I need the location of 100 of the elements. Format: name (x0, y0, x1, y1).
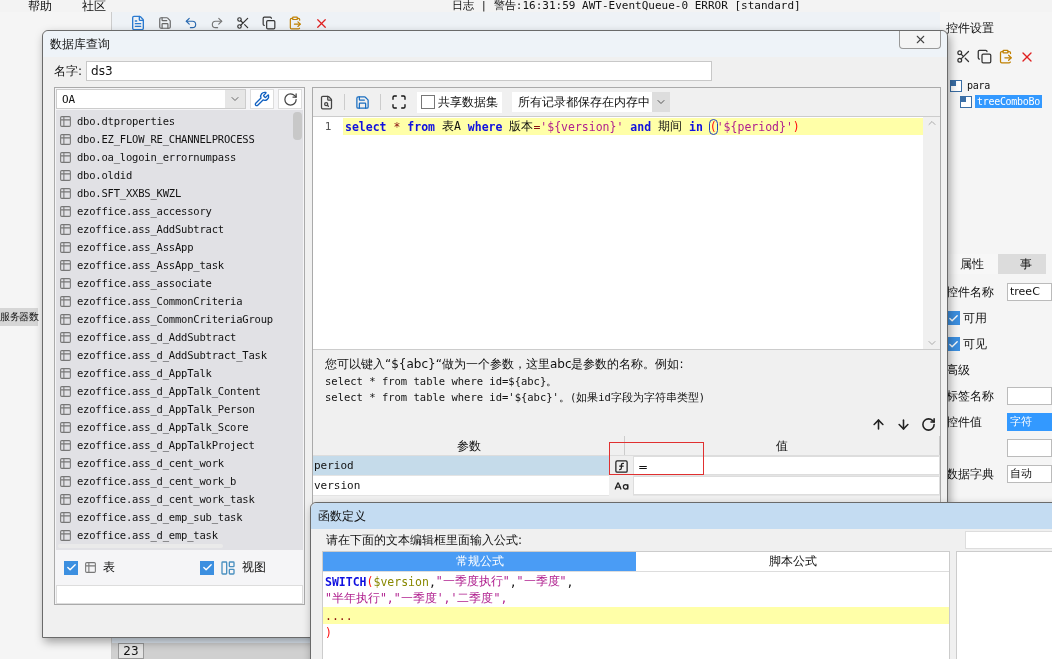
code-token: , (428, 574, 436, 589)
table-icon (59, 420, 72, 434)
menu-item[interactable]: 帮助 (28, 0, 52, 12)
table-item[interactable]: dbo.EZ_FLOW_RE_CHANNELPROCESS (77, 133, 255, 145)
table-item[interactable]: ezoffice.ass_associate (77, 277, 212, 289)
input-field[interactable] (56, 585, 303, 604)
table-item[interactable]: ezoffice.ass_AssApp (77, 241, 194, 253)
table-item[interactable]: ezoffice.ass_AddSubtract (77, 223, 224, 235)
table-item[interactable]: ezoffice.ass_d_AppTalkProject (77, 439, 255, 451)
parameter-row[interactable]: version (313, 476, 940, 496)
text-type-button[interactable] (609, 476, 633, 496)
save-icon[interactable] (355, 94, 370, 110)
table-item[interactable]: dbo.oldid (77, 169, 133, 181)
redo-icon[interactable] (210, 16, 224, 30)
table-item[interactable]: ezoffice.ass_d_AddSubtract (77, 331, 237, 343)
prompt-text: 请在下面的文本编辑框里面输入公式: (326, 531, 523, 549)
code-token: in (688, 119, 704, 134)
table-item[interactable]: ezoffice.ass_d_cent_work (77, 457, 224, 469)
table-icon (59, 384, 72, 398)
table-item[interactable]: dbo.SFT_XXBS_KWZL (77, 187, 182, 199)
preview-icon[interactable] (319, 94, 334, 110)
paste-icon[interactable] (288, 16, 302, 30)
value-field[interactable] (633, 476, 940, 495)
table-item[interactable]: dbo.dtproperties (77, 115, 175, 127)
code-token: * (392, 119, 402, 134)
save-icon[interactable] (158, 16, 172, 30)
checkbox[interactable] (421, 95, 435, 109)
value-field[interactable]: = (633, 456, 940, 475)
table-icon (59, 132, 72, 146)
table-icon (59, 294, 72, 308)
table-icon (59, 474, 72, 488)
tree-node-icon (960, 95, 972, 108)
input-field[interactable]: treeC (1007, 283, 1052, 301)
table-item[interactable]: ezoffice.ass_d_AppTalk (77, 367, 212, 379)
document-icon[interactable] (130, 15, 146, 31)
refresh-icon (282, 91, 298, 107)
code-token: "半年执行","一季度','二季度", (325, 591, 508, 606)
close-button[interactable] (899, 31, 941, 49)
table-item[interactable]: ezoffice.ass_d_cent_work_b (77, 475, 237, 487)
input-field[interactable]: 自动 (1007, 465, 1052, 483)
code-token: , (509, 574, 517, 589)
table-icon (59, 348, 72, 362)
table-item[interactable]: ezoffice.ass_accessory (77, 205, 212, 217)
table-item[interactable]: ezoffice.ass_CommonCriteria (77, 295, 243, 307)
table-item[interactable]: ezoffice.ass_d_cent_work_task (77, 493, 255, 505)
table-item[interactable]: dbo.oa_logoin_errornumpass (77, 151, 237, 163)
help-text: 您可以键入“${abc}“做为一个参数，这里abc是参数的名称。例如: (325, 356, 685, 373)
input-field[interactable] (1007, 439, 1052, 457)
cut-icon[interactable] (236, 16, 250, 30)
function-icon (613, 458, 629, 474)
table-icon (59, 150, 72, 164)
input-field[interactable] (1007, 387, 1052, 405)
refresh-icon[interactable] (921, 417, 936, 432)
checkbox[interactable] (64, 560, 78, 575)
code-token: ) (325, 625, 332, 640)
table-item[interactable]: ezoffice.ass_d_AppTalk_Person (77, 403, 255, 415)
cut-icon[interactable] (956, 49, 971, 65)
table-icon (59, 114, 72, 128)
refresh-button[interactable] (278, 89, 302, 109)
wrench-icon (254, 91, 270, 107)
checkbox-label: 视图 (242, 559, 266, 577)
tree-item[interactable]: para (965, 79, 992, 92)
table-icon (59, 240, 72, 254)
parameter-row[interactable]: period = (313, 456, 940, 476)
table-item[interactable]: ezoffice.ass_AssApp_task (77, 259, 224, 271)
copy-icon[interactable] (977, 49, 992, 65)
connection-dropdown[interactable]: OA (56, 89, 246, 109)
table-icon (59, 258, 72, 272)
table-item[interactable]: ezoffice.ass_d_emp_task (77, 529, 218, 541)
formula-tab[interactable]: 脚本公式 (636, 552, 949, 572)
menu-item[interactable]: 社区 (82, 0, 106, 12)
fullscreen-icon[interactable] (391, 94, 407, 110)
paste-icon[interactable] (998, 49, 1013, 65)
name-field[interactable]: ds3 (86, 61, 713, 81)
storage-dropdown[interactable]: 所有记录都保存在内存中 (512, 92, 670, 112)
code-token: "一季度" (516, 574, 567, 589)
input-field[interactable] (965, 531, 1052, 549)
code-token: from (407, 119, 436, 134)
table-item[interactable]: ezoffice.ass_d_AppTalk_Content (77, 385, 261, 397)
parameter-name: period (313, 458, 355, 474)
code-token: where (467, 119, 503, 134)
move-down-icon[interactable] (896, 417, 911, 432)
scrollbar-thumb[interactable] (293, 112, 302, 140)
tools-button[interactable] (250, 89, 274, 109)
checkbox[interactable] (200, 560, 214, 575)
table-item[interactable]: ezoffice.ass_d_emp_sub_task (77, 511, 243, 523)
table-item[interactable]: ezoffice.ass_d_AppTalk_Score (77, 421, 249, 433)
copy-icon[interactable] (262, 16, 276, 30)
table-icon (59, 186, 72, 200)
checkbox-label: 可见 (963, 335, 987, 353)
table-icon (59, 330, 72, 344)
table-item[interactable]: ezoffice.ass_CommonCriteriaGroup (77, 313, 273, 325)
code-token: $version (373, 574, 429, 589)
undo-icon[interactable] (184, 16, 198, 30)
table-item[interactable]: ezoffice.ass_d_AddSubtract_Task (77, 349, 267, 361)
move-up-icon[interactable] (871, 417, 886, 432)
panel-tab[interactable]: 事 (998, 254, 1046, 274)
table-icon (59, 528, 72, 542)
code-token: SWITCH (325, 574, 367, 589)
code-token: , (566, 574, 574, 589)
